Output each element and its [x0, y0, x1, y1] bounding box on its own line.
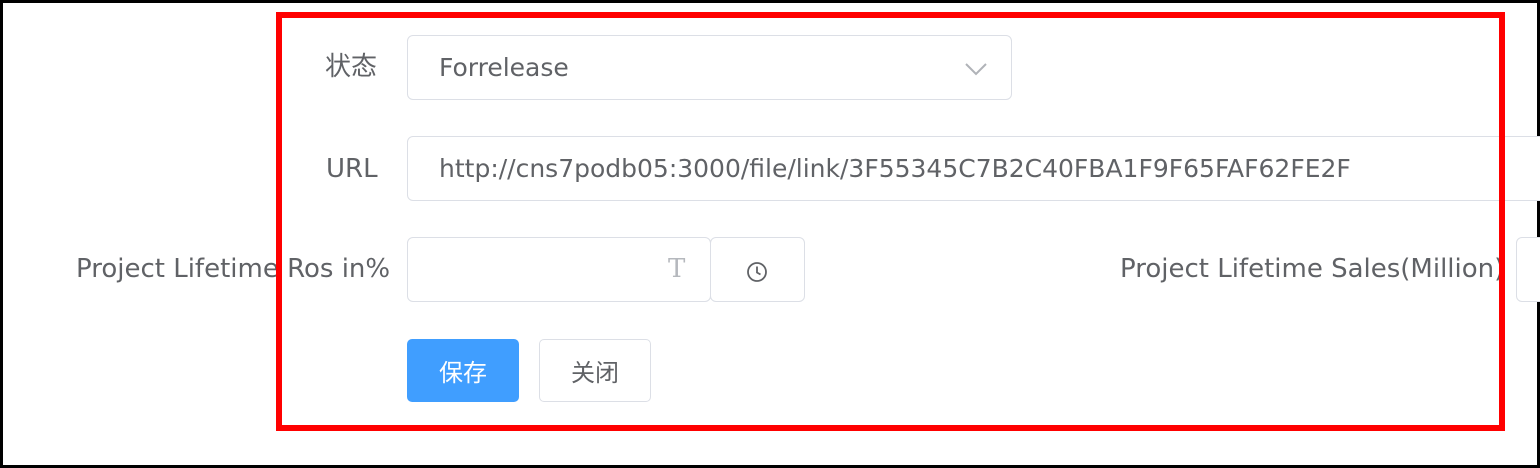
- url-input-value: http://cns7podb05:3000/file/link/3F55345…: [439, 154, 1351, 183]
- chevron-down-icon: [965, 63, 987, 76]
- close-button[interactable]: 关闭: [539, 339, 651, 402]
- status-select[interactable]: Forrelease: [407, 35, 1012, 100]
- url-input[interactable]: http://cns7podb05:3000/file/link/3F55345…: [407, 136, 1540, 201]
- ros-input[interactable]: T: [407, 237, 711, 302]
- save-button[interactable]: 保存: [407, 339, 519, 402]
- sales-input[interactable]: [1516, 237, 1540, 302]
- clock-button[interactable]: [710, 237, 805, 302]
- url-label: URL: [326, 154, 378, 184]
- status-select-value: Forrelease: [439, 53, 569, 82]
- clock-icon: [747, 262, 767, 282]
- status-label: 状态: [325, 52, 378, 82]
- ros-label: Project Lifetime Ros in%: [76, 254, 391, 284]
- text-type-icon: T: [668, 254, 686, 284]
- sales-label: Project Lifetime Sales(Million): [1120, 254, 1505, 284]
- form-panel: 状态 Forrelease URL http://cns7podb05:3000…: [0, 0, 1540, 468]
